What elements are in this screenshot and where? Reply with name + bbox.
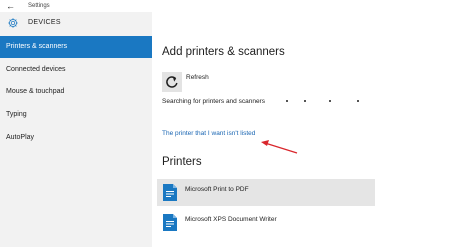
progress-dot [286, 100, 288, 102]
sidebar-item-typing[interactable]: Typing [0, 104, 152, 126]
progress-dot [304, 100, 306, 102]
sidebar-item-label: Printers & scanners [6, 43, 68, 50]
sidebar-item-label: Typing [6, 111, 27, 118]
window-title: Settings [28, 3, 50, 9]
add-printers-heading: Add printers & scanners [162, 46, 285, 58]
sidebar-item-mouse-touchpad[interactable]: Mouse & touchpad [0, 81, 152, 103]
printer-item-microsoft-print-to-pdf[interactable]: Microsoft Print to PDF [157, 179, 375, 206]
refresh-button[interactable] [162, 72, 182, 92]
section-heading-devices: DEVICES [28, 19, 61, 26]
sidebar-item-label: Connected devices [6, 66, 66, 73]
document-printer-icon [163, 184, 177, 201]
printers-heading: Printers [162, 156, 202, 168]
sidebar: DEVICES Printers & scanners Connected de… [0, 12, 152, 247]
refresh-label: Refresh [186, 74, 209, 81]
sidebar-item-label: Mouse & touchpad [6, 88, 65, 95]
printer-label: Microsoft Print to PDF [185, 186, 249, 193]
title-bar: ← Settings [0, 0, 474, 12]
sidebar-item-printers-scanners[interactable]: Printers & scanners [0, 36, 152, 58]
sidebar-item-autoplay[interactable]: AutoPlay [0, 127, 152, 149]
searching-status-text: Searching for printers and scanners [162, 98, 265, 105]
back-arrow-icon[interactable]: ← [6, 0, 15, 12]
sidebar-item-connected-devices[interactable]: Connected devices [0, 59, 152, 81]
settings-window: ← Settings DEVICES Printers & scanners C… [0, 0, 474, 247]
printer-label: Microsoft XPS Document Writer [185, 216, 277, 223]
sidebar-header: DEVICES [0, 12, 152, 36]
sidebar-item-label: AutoPlay [6, 134, 35, 141]
gear-icon [8, 18, 18, 28]
refresh-icon [166, 76, 178, 88]
document-printer-icon [163, 214, 177, 231]
printer-not-listed-link[interactable]: The printer that I want isn't listed [162, 130, 255, 137]
progress-dot [357, 100, 359, 102]
progress-dot [329, 100, 331, 102]
main-content: Add printers & scanners Refresh Searchin… [152, 12, 474, 247]
printer-item-microsoft-xps-document-writer[interactable]: Microsoft XPS Document Writer [157, 209, 375, 236]
